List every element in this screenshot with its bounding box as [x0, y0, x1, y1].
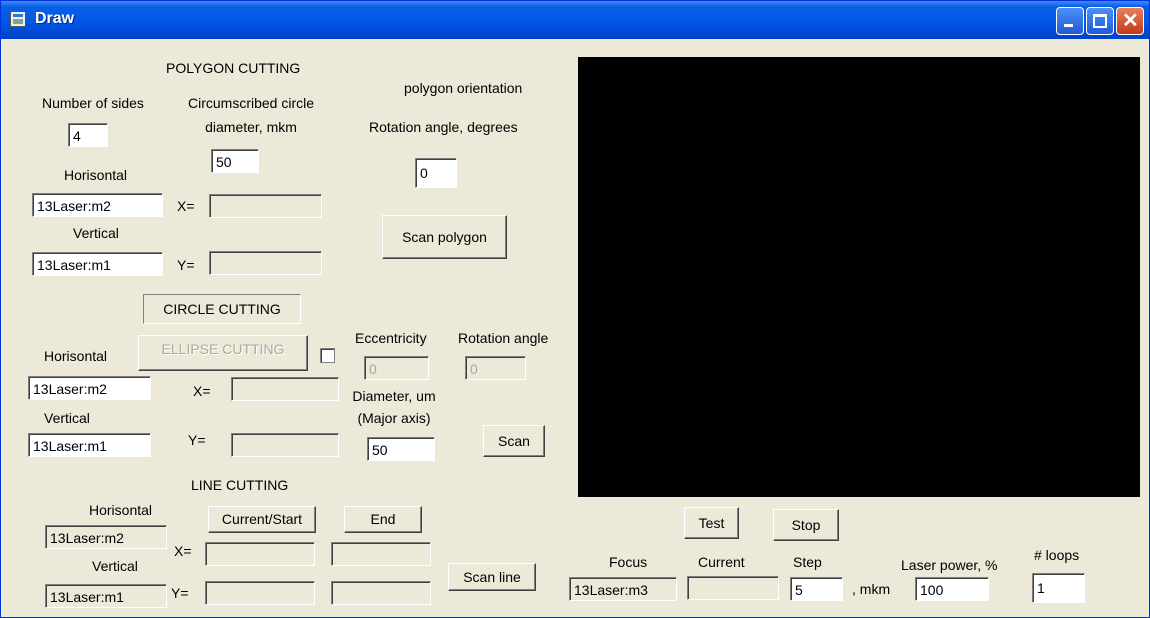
line-cutting-heading: LINE CUTTING	[191, 477, 289, 493]
ellipse-checkbox[interactable]	[320, 348, 335, 363]
polygon-x-field	[209, 194, 322, 218]
eccentricity-input: 0	[364, 356, 429, 380]
title-bar[interactable]: Draw ✕	[1, 1, 1149, 39]
laser-power-label: Laser power, %	[901, 557, 998, 573]
step-label: Step	[793, 554, 822, 570]
line-y-end-field	[331, 581, 431, 605]
circle-horisontal-input[interactable]: 13Laser:m2	[28, 376, 151, 400]
window-title: Draw	[35, 10, 75, 27]
circle-y-label: Y=	[188, 432, 206, 448]
circle-x-field	[231, 377, 339, 401]
circle-rotation-input: 0	[465, 356, 526, 380]
polygon-horisontal-label: Horisontal	[64, 167, 128, 183]
polygon-y-label: Y=	[177, 257, 195, 273]
line-horisontal-label: Horisontal	[89, 502, 153, 518]
polygon-cutting-heading: POLYGON CUTTING	[166, 60, 301, 76]
line-vertical-field: 13Laser:m1	[45, 584, 167, 608]
current-start-button[interactable]: Current/Start	[208, 506, 316, 533]
circle-major-axis-label: (Major axis)	[357, 410, 431, 426]
scan-polygon-button[interactable]: Scan polygon	[382, 215, 507, 259]
close-icon: ✕	[1122, 10, 1139, 32]
polygon-horisontal-input[interactable]: 13Laser:m2	[32, 193, 163, 217]
ellipse-cutting-button[interactable]: ELLIPSE CUTTING	[138, 335, 308, 371]
circle-cutting-heading: CIRCLE CUTTING	[143, 294, 301, 324]
laser-power-input[interactable]: 100	[915, 577, 989, 601]
step-unit-label: , mkm	[852, 581, 891, 597]
minimize-icon	[1064, 24, 1073, 27]
polygon-rotation-input[interactable]: 0	[415, 158, 457, 188]
drawing-canvas[interactable]	[578, 57, 1140, 497]
polygon-y-field	[209, 251, 322, 275]
line-y-label: Y=	[171, 585, 189, 601]
draw-window: Draw ✕ POLYGON CUTTING Number of sides 4…	[0, 0, 1150, 618]
scan-circle-button[interactable]: Scan	[483, 425, 545, 457]
current-label: Current	[698, 554, 745, 570]
line-horisontal-field: 13Laser:m2	[45, 525, 167, 549]
circumscribed-diameter-input[interactable]: 50	[211, 149, 259, 173]
polygon-rotation-label: Rotation angle, degrees	[369, 119, 518, 135]
circle-x-label: X=	[193, 383, 211, 399]
end-button[interactable]: End	[344, 506, 422, 533]
line-x-label: X=	[174, 543, 192, 559]
polygon-x-label: X=	[177, 198, 195, 214]
maximize-button[interactable]	[1086, 7, 1114, 35]
polygon-orientation-label: polygon orientation	[404, 80, 523, 96]
line-vertical-label: Vertical	[92, 558, 138, 574]
stop-button[interactable]: Stop	[773, 509, 839, 541]
line-x-end-field	[331, 542, 431, 566]
polygon-vertical-input[interactable]: 13Laser:m1	[32, 252, 163, 276]
scan-line-button[interactable]: Scan line	[448, 563, 536, 591]
number-of-sides-label: Number of sides	[42, 95, 144, 111]
circle-vertical-label: Vertical	[44, 410, 90, 426]
minimize-button[interactable]	[1056, 7, 1084, 35]
focus-label: Focus	[609, 554, 648, 570]
current-field	[687, 576, 779, 600]
focus-field: 13Laser:m3	[569, 577, 677, 601]
line-x-start-field	[205, 542, 315, 566]
loops-input[interactable]: 1	[1032, 573, 1085, 603]
maximize-icon	[1093, 14, 1107, 28]
step-input[interactable]: 5	[790, 577, 843, 601]
circle-y-field	[231, 433, 339, 457]
circle-vertical-input[interactable]: 13Laser:m1	[28, 433, 151, 457]
app-icon	[10, 11, 26, 27]
close-button[interactable]: ✕	[1116, 7, 1144, 35]
test-button[interactable]: Test	[684, 507, 739, 539]
line-y-start-field	[205, 581, 315, 605]
number-of-sides-input[interactable]: 4	[68, 123, 108, 147]
polygon-vertical-label: Vertical	[73, 225, 119, 241]
circle-diameter-label: Diameter, um	[352, 388, 436, 404]
eccentricity-label: Eccentricity	[355, 330, 427, 346]
loops-label: # loops	[1034, 547, 1080, 563]
circle-diameter-input[interactable]: 50	[367, 437, 435, 461]
circle-horisontal-label: Horisontal	[44, 348, 108, 364]
circumscribed-circle-label: Circumscribed circle	[187, 95, 315, 111]
circumscribed-diameter-label: diameter, mkm	[205, 119, 297, 135]
circle-rotation-label: Rotation angle	[458, 330, 549, 346]
